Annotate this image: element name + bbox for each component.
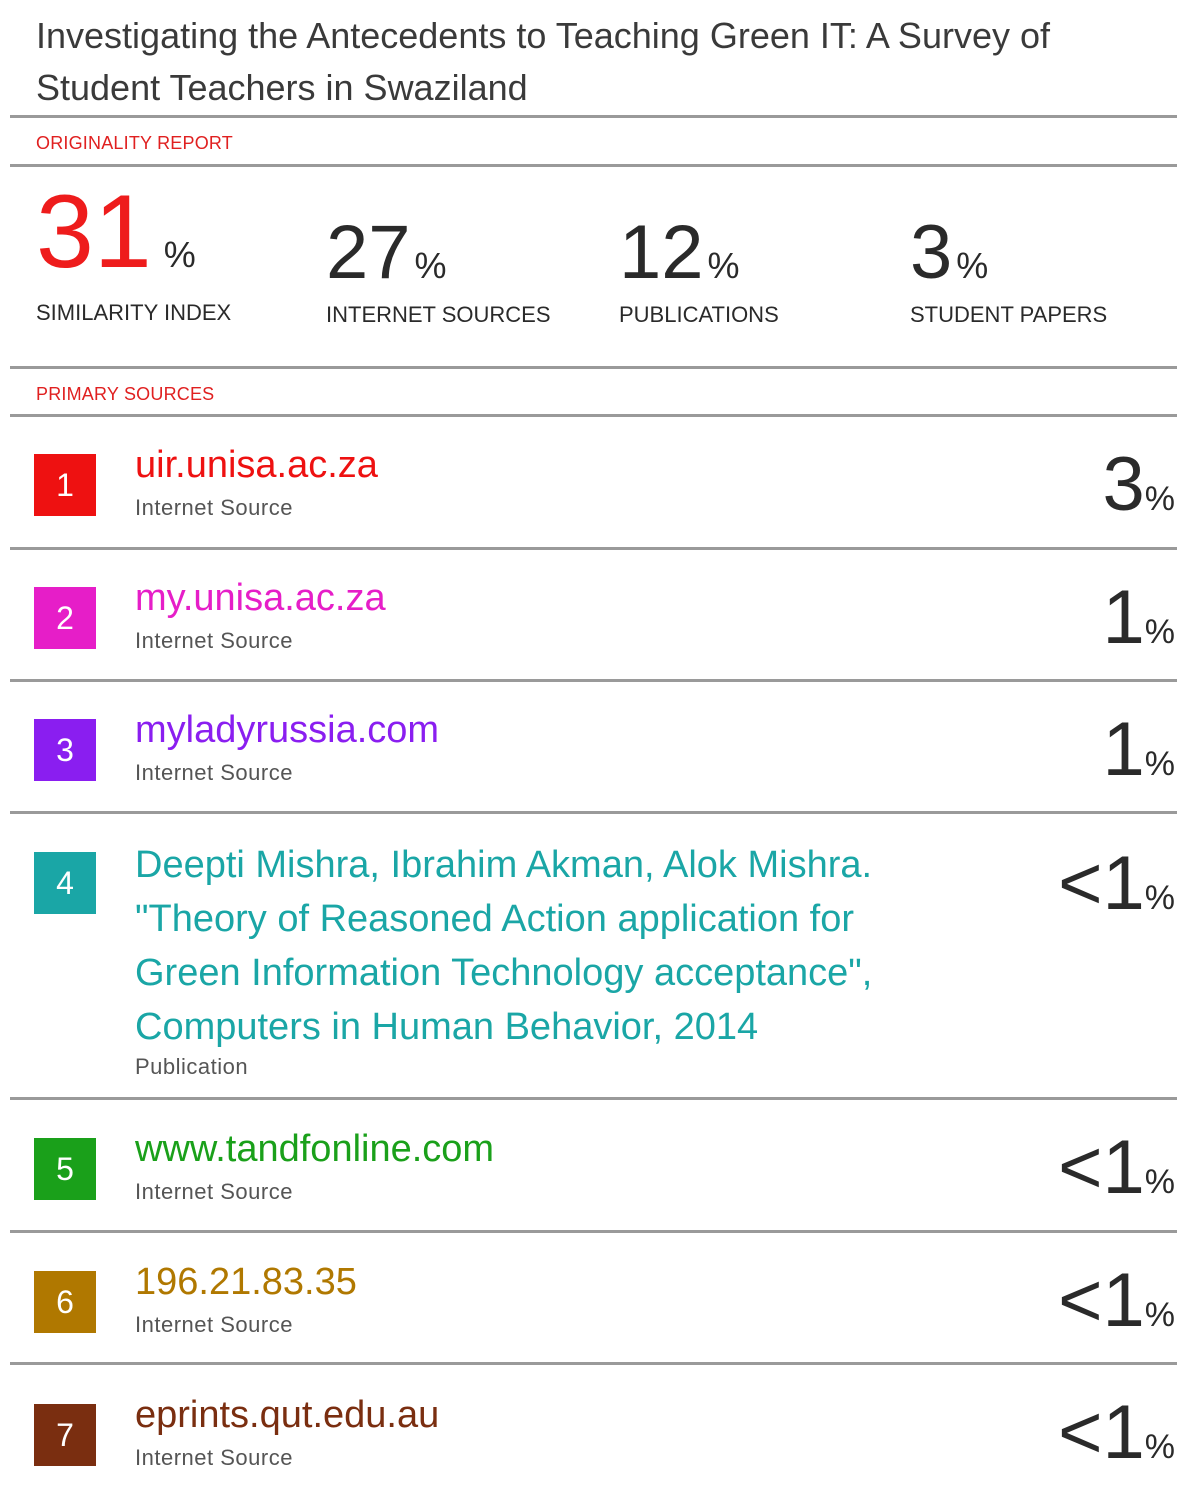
source-type: Internet Source (135, 628, 293, 653)
similarity-index-unit: % (163, 234, 196, 275)
source-number-badge: 3 (34, 719, 96, 781)
publications-unit: % (707, 245, 740, 286)
publications-stat: 12% PUBLICATIONS (619, 208, 779, 328)
source-match-value: <1 (1058, 841, 1145, 926)
divider (10, 1362, 1177, 1365)
source-number-badge: 5 (34, 1138, 96, 1200)
primary-sources-label: PRIMARY SOURCES (36, 384, 215, 404)
source-name-link[interactable]: uir.unisa.ac.za (135, 439, 378, 491)
source-match-unit: % (1144, 745, 1175, 783)
source-name-link[interactable]: Deepti Mishra, Ibrahim Akman, Alok Mishr… (135, 838, 965, 1054)
source-number-badge: 2 (34, 587, 96, 649)
divider (10, 414, 1177, 417)
source-number-badge: 4 (34, 852, 96, 914)
source-match-unit: % (1144, 879, 1175, 917)
publications-label: PUBLICATIONS (619, 302, 779, 327)
internet-sources-stat: 27% INTERNET SOURCES (326, 208, 551, 328)
source-match-unit: % (1144, 1163, 1175, 1201)
report-title: Investigating the Antecedents to Teachin… (36, 15, 1050, 108)
source-type: Internet Source (135, 1312, 293, 1337)
source-name-link[interactable]: www.tandfonline.com (135, 1123, 494, 1175)
source-match-value: 1 (1102, 707, 1145, 792)
source-match-value: <1 (1058, 1390, 1145, 1475)
source-match-share: 3% (1102, 447, 1175, 523)
similarity-index-value: 31 (36, 174, 152, 290)
source-match-unit: % (1144, 1428, 1175, 1466)
source-match-unit: % (1144, 480, 1175, 518)
source-type: Internet Source (135, 1179, 293, 1204)
source-name-link[interactable]: eprints.qut.edu.au (135, 1389, 439, 1441)
similarity-index-stat: 31% SIMILARITY INDEX (36, 180, 231, 326)
source-match-share: 1% (1102, 580, 1175, 656)
source-name-link[interactable]: myladyrussia.com (135, 704, 439, 756)
source-number-badge: 6 (34, 1271, 96, 1333)
divider (10, 811, 1177, 814)
internet-sources-value: 27 (326, 210, 411, 295)
similarity-index-label: SIMILARITY INDEX (36, 300, 232, 325)
divider (10, 164, 1177, 167)
divider (10, 366, 1177, 369)
source-type: Internet Source (135, 1445, 293, 1470)
student-papers-unit: % (956, 245, 989, 286)
divider (10, 547, 1177, 550)
source-type: Internet Source (135, 760, 293, 785)
source-match-value: 1 (1102, 575, 1145, 660)
source-match-share: <1% (1058, 1130, 1175, 1206)
source-match-unit: % (1144, 613, 1175, 651)
student-papers-value: 3 (910, 210, 953, 295)
divider (10, 1230, 1177, 1233)
divider (10, 1097, 1177, 1100)
source-match-value: <1 (1058, 1125, 1145, 1210)
source-type: Internet Source (135, 495, 293, 520)
source-match-share: <1% (1058, 846, 1175, 922)
source-type: Publication (135, 1054, 249, 1079)
source-name-link[interactable]: my.unisa.ac.za (135, 572, 386, 624)
source-match-value: 3 (1102, 442, 1145, 527)
source-match-share: <1% (1058, 1395, 1175, 1471)
source-match-share: <1% (1058, 1263, 1175, 1339)
student-papers-label: STUDENT PAPERS (910, 302, 1108, 327)
divider (10, 679, 1177, 682)
student-papers-stat: 3% STUDENT PAPERS (910, 208, 1107, 328)
internet-sources-unit: % (414, 245, 447, 286)
source-match-unit: % (1144, 1296, 1175, 1334)
divider (10, 115, 1177, 118)
source-match-value: <1 (1058, 1258, 1145, 1343)
source-number-badge: 1 (34, 454, 96, 516)
source-match-share: 1% (1102, 712, 1175, 788)
publications-value: 12 (619, 210, 704, 295)
source-number-badge: 7 (34, 1404, 96, 1466)
originality-report-label: ORIGINALITY REPORT (36, 133, 233, 153)
internet-sources-label: INTERNET SOURCES (326, 302, 551, 327)
source-name-link[interactable]: 196.21.83.35 (135, 1256, 357, 1308)
